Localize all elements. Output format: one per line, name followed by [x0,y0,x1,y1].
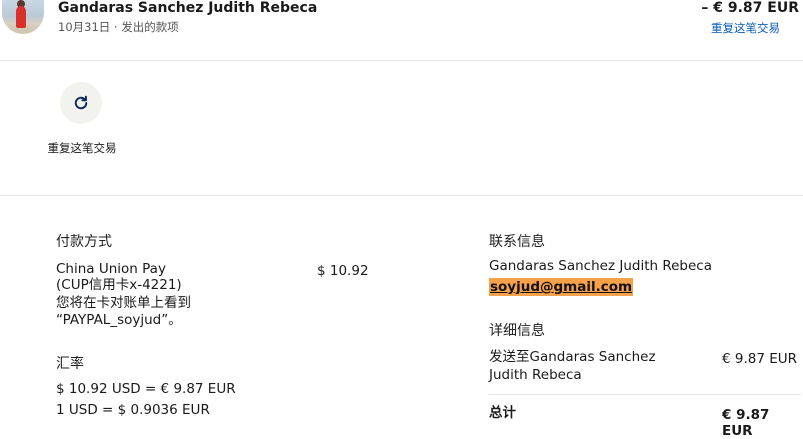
transaction-subtitle: 10月31日 · 发出的款项 [58,20,179,34]
sent-amount: € 9.87 EUR [722,351,798,367]
total-divider [489,394,801,395]
repeat-transaction-link[interactable]: 重复这笔交易 [711,20,780,36]
section-divider [0,195,803,196]
statement-note-line1: 您将在卡对账单上看到 [56,295,191,311]
payment-amount: $ 10.92 [317,263,369,279]
contact-name: Gandaras Sanchez Judith Rebeca [489,258,712,274]
total-amount: € 9.87 EUR [722,407,770,439]
sent-to-line2: Judith Rebeca [489,367,582,383]
refresh-icon [74,95,88,110]
transaction-amount: – € 9.87 EUR [701,0,799,16]
repeat-transaction-button[interactable] [60,82,102,124]
payment-method-line1: China Union Pay [56,261,166,277]
exchange-rate-heading: 汇率 [56,356,84,372]
recipient-name: Gandaras Sanchez Judith Rebeca [58,0,318,16]
header-divider [0,60,803,61]
payment-method-heading: 付款方式 [56,234,112,250]
payment-method-line2: (CUP信用卡x-4221) [56,277,182,293]
total-label: 总计 [489,405,516,421]
exchange-rate-line2: 1 USD = $ 0.9036 EUR [56,402,210,418]
contact-info-heading: 联系信息 [489,234,545,250]
statement-note-line2: “PAYPAL_soyjud”。 [56,312,182,328]
sent-to-line1: 发送至Gandaras Sanchez [489,349,656,365]
repeat-transaction-label: 重复这笔交易 [47,141,117,155]
exchange-rate-line1: $ 10.92 USD = € 9.87 EUR [56,381,236,397]
details-heading: 详细信息 [489,323,545,339]
contact-email-link[interactable]: soyjud@gmail.com [489,278,634,296]
avatar [2,0,44,34]
